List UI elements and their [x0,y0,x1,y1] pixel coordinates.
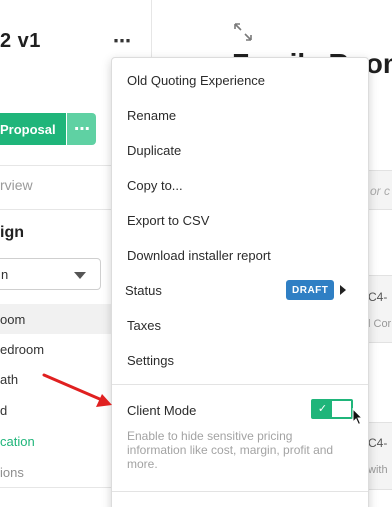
project-actions-menu: Old Quoting Experience Rename Duplicate … [111,57,369,507]
menu-item-copy-to[interactable]: Copy to... [112,167,368,202]
menu-item-label: Duplicate [127,143,182,158]
room-item-label: d [0,403,8,418]
menu-item-label: Status [125,283,162,298]
tab-overview[interactable]: rview [0,177,33,193]
project-title: 2 v1 [0,30,41,52]
menu-item-old-quoting-experience[interactable]: Old Quoting Experience [112,62,368,97]
menu-item-label: Rename [127,108,177,123]
checkmark-icon: ✓ [313,401,332,417]
client-mode-description: Enable to hide sensitive pricing informa… [127,429,334,471]
background-subtext: with [368,464,388,476]
menu-item-settings[interactable]: Settings [112,342,368,377]
background-subtext: l Cor [368,318,392,330]
client-mode-label: Client Mode [127,403,197,418]
room-item-label: oom [0,312,26,327]
background-text: C4- [368,436,388,450]
menu-item-label: Taxes [127,318,161,333]
proposal-button-label: Proposal [0,121,56,137]
room-item-label: cation [0,434,35,449]
expand-icon[interactable] [234,23,252,41]
menu-item-status[interactable]: Status DRAFT [112,272,368,307]
menu-item-label: Export to CSV [127,213,210,228]
caret-right-icon [340,285,346,295]
menu-item-export-csv[interactable]: Export to CSV [112,202,368,237]
background-text: or c [370,184,391,198]
menu-item-label: Copy to... [127,178,183,193]
room-select-value: n [1,267,9,282]
app-screen: 2 v1 ⋯ Proposal ⋯ rview ign n oom edroom… [0,0,392,507]
status-badge: DRAFT [286,280,335,300]
annotation-arrow [42,373,112,407]
proposal-button[interactable]: Proposal [0,113,66,145]
menu-item-label: Old Quoting Experience [127,73,266,88]
client-mode-toggle[interactable]: ✓ [311,399,353,419]
menu-item-label: Settings [127,353,174,368]
section-heading: ign [0,224,24,241]
menu-item-rename[interactable]: Rename [112,97,368,132]
room-select[interactable]: n [0,258,101,290]
background-text: C4- [368,290,388,304]
menu-divider [112,384,368,385]
caret-down-icon [74,272,86,279]
mouse-cursor-icon [352,408,364,426]
menu-divider [112,491,368,492]
room-item-label: edroom [0,342,45,357]
project-more-button[interactable]: ⋯ [113,31,131,52]
menu-item-label: Download installer report [127,248,271,263]
room-item-label: ions [0,465,24,480]
menu-item-download-installer-report[interactable]: Download installer report [112,237,368,272]
menu-item-taxes[interactable]: Taxes [112,307,368,342]
menu-item-duplicate[interactable]: Duplicate [112,132,368,167]
proposal-more-button[interactable]: ⋯ [67,113,96,145]
room-item-label: ath [0,372,19,387]
